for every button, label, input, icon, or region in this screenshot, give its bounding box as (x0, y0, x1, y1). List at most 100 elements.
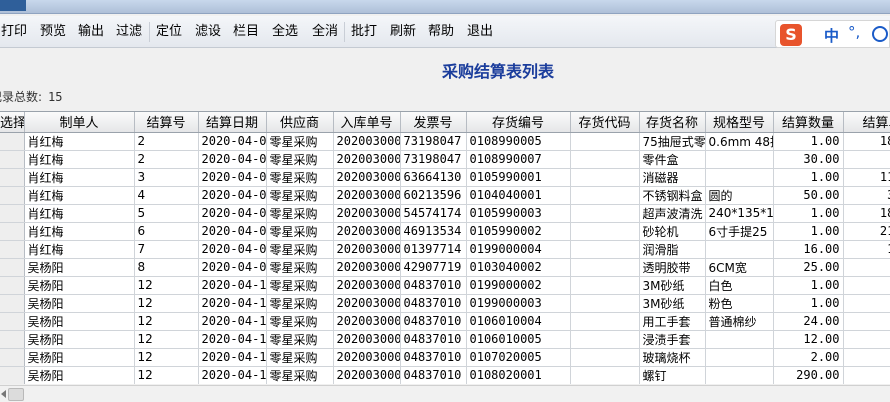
cell-col-select[interactable] (0, 240, 25, 259)
cell-col-select[interactable] (0, 222, 25, 241)
table-row[interactable]: 吴杨阳 12 2020-04-1 零星采购 202003000 04837010 01060… (0, 312, 890, 331)
header-col-quantity[interactable]: 结算数量 (773, 112, 844, 133)
cell-col-receipt-no: 202003000 (333, 294, 401, 313)
header-col-creator[interactable]: 制单人 (24, 112, 135, 133)
record-count-value: 15 (48, 90, 63, 104)
cell-col-select[interactable] (0, 330, 25, 349)
cell-col-receipt-no: 202003000 (333, 276, 401, 295)
cell-col-item-name: 75抽屉式零 (639, 132, 706, 151)
table-row[interactable]: 肖红梅 5 2020-04-0 零星采购 202003000 54574174 010599… (0, 204, 890, 223)
table-row[interactable]: 吴杨阳 8 2020-04-0 零星采购 202003000 42907719 010304… (0, 258, 890, 277)
cell-col-select[interactable] (0, 258, 25, 277)
filter-setup-button[interactable]: 滤设 (194, 21, 222, 43)
header-col-unit-price[interactable]: 结算单价 (843, 112, 890, 133)
cell-col-quantity: 1.00 (773, 204, 844, 223)
table-row[interactable]: 吴杨阳 12 2020-04-1 零星采购 202003000 04837010 01990… (0, 294, 890, 313)
table-row[interactable]: 肖红梅 4 2020-04-0 零星采购 202003000 60213596 010404… (0, 186, 890, 205)
cell-col-unit-price: 2.500 (843, 150, 890, 169)
filter-button[interactable]: 过滤 (115, 21, 143, 43)
header-col-supplier[interactable]: 供应商 (266, 112, 334, 133)
header-col-select[interactable]: 选择 (0, 112, 25, 133)
table-row[interactable]: 吴杨阳 12 2020-04-1 零星采购 202003000 04837010 01080… (0, 366, 890, 384)
sogou-logo-icon[interactable]: S (780, 24, 802, 46)
cell-col-receipt-no: 202003000 (333, 168, 401, 187)
cell-col-invoice-no: 73198047 (400, 150, 467, 169)
ime-settings-icon[interactable] (872, 26, 888, 42)
cell-col-spec: 240*135*1 (705, 204, 774, 223)
cell-col-settlement-date: 2020-04-0 (198, 132, 267, 151)
cell-col-spec (705, 150, 774, 169)
header-col-receipt-no[interactable]: 入库单号 (333, 112, 401, 133)
cell-col-select[interactable] (0, 186, 25, 205)
preview-button[interactable]: 预览 (39, 21, 67, 43)
scrollbar-thumb[interactable] (8, 388, 24, 401)
select-all-button[interactable]: 全选 (271, 21, 299, 43)
table-row[interactable]: 肖红梅 3 2020-04-0 零星采购 202003000 63664130 010599… (0, 168, 890, 187)
table-row[interactable]: 吴杨阳 12 2020-04-1 零星采购 202003000 04837010 01070… (0, 348, 890, 367)
cell-col-item-alias (570, 276, 640, 295)
cell-col-item-code: 0199000004 (466, 240, 571, 259)
report-title: 采购结算表列表 (441, 62, 554, 81)
table-row[interactable]: 吴杨阳 12 2020-04-1 零星采购 202003000 04837010 01990… (0, 276, 890, 295)
cell-col-quantity: 16.00 (773, 240, 844, 259)
cell-col-select[interactable] (0, 132, 25, 151)
batch-print-button[interactable]: 批打 (350, 21, 378, 43)
horizontal-scrollbar[interactable] (0, 385, 890, 402)
cell-col-creator: 肖红梅 (24, 222, 135, 241)
help-button[interactable]: 帮助 (427, 21, 455, 43)
table-row[interactable]: 肖红梅 2 2020-04-0 零星采购 202003000 73198047 010899… (0, 132, 890, 151)
table-row[interactable]: 肖红梅 6 2020-04-0 零星采购 202003000 46913534 010599… (0, 222, 890, 241)
cell-col-select[interactable] (0, 276, 25, 295)
cell-col-item-code: 0108990005 (466, 132, 571, 151)
cell-col-select[interactable] (0, 294, 25, 313)
deselect-all-button[interactable]: 全消 (311, 21, 339, 43)
header-col-spec[interactable]: 规格型号 (705, 112, 774, 133)
cell-col-select[interactable] (0, 348, 25, 367)
ime-toolbar[interactable]: S 中 °, (775, 20, 890, 48)
header-col-item-code[interactable]: 存货编号 (466, 112, 571, 133)
settlement-grid[interactable]: 选择 制单人 结算号 结算日期 供应商 入库单号 发票号 存货编号 存货代码 存货名称 规格型号 结算… (0, 111, 890, 384)
cell-col-supplier: 零星采购 (266, 312, 334, 331)
export-button[interactable]: 输出 (77, 21, 105, 43)
cell-col-item-alias (570, 132, 640, 151)
exit-button[interactable]: 退出 (466, 21, 494, 43)
columns-button[interactable]: 栏目 (232, 21, 260, 43)
table-row[interactable]: 肖红梅 2 2020-04-0 零星采购 202003000 73198047 010899… (0, 150, 890, 169)
cell-col-spec: 圆的 (705, 186, 774, 205)
header-col-settlement-date[interactable]: 结算日期 (198, 112, 267, 133)
cell-col-select[interactable] (0, 312, 25, 331)
cell-col-unit-price: 0.241 (843, 366, 890, 384)
refresh-button[interactable]: 刷新 (389, 21, 417, 43)
table-row[interactable]: 肖红梅 7 2020-04-0 零星采购 202003000 01397714 019900… (0, 240, 890, 259)
ime-punctuation-toggle[interactable]: °, (848, 23, 860, 41)
cell-col-select[interactable] (0, 168, 25, 187)
cell-col-item-code: 0107020005 (466, 348, 571, 367)
cell-col-unit-price: 5.320 (843, 258, 890, 277)
record-count-label: 记录总数: (0, 90, 43, 104)
cell-col-item-name: 砂轮机 (639, 222, 706, 241)
cell-col-settlement-date: 2020-04-1 (198, 294, 267, 313)
record-count: 记录总数: 15 (0, 88, 63, 105)
scroll-left-arrow-icon[interactable] (1, 390, 6, 398)
header-col-item-name[interactable]: 存货名称 (639, 112, 706, 133)
ime-language-toggle[interactable]: 中 (824, 25, 839, 46)
cell-col-quantity: 1.00 (773, 222, 844, 241)
table-row[interactable]: 吴杨阳 12 2020-04-1 零星采购 202003000 04837010 01060… (0, 330, 890, 349)
cell-col-select[interactable] (0, 204, 25, 223)
cell-col-select[interactable] (0, 150, 25, 169)
cell-col-quantity: 290.00 (773, 366, 844, 384)
header-col-item-alias[interactable]: 存货代码 (570, 112, 640, 133)
locate-button[interactable]: 定位 (155, 21, 183, 43)
cell-col-creator: 吴杨阳 (24, 276, 135, 295)
cell-col-supplier: 零星采购 (266, 366, 334, 384)
cell-col-select[interactable] (0, 366, 25, 384)
cell-col-settlement-date: 2020-04-0 (198, 186, 267, 205)
header-col-invoice-no[interactable]: 发票号 (400, 112, 467, 133)
cell-col-spec (705, 348, 774, 367)
cell-col-settlement-no: 12 (134, 348, 199, 367)
cell-col-invoice-no: 04837010 (400, 366, 467, 384)
cell-col-spec: 粉色 (705, 294, 774, 313)
print-button[interactable]: 打印 (0, 21, 28, 43)
cell-col-quantity: 2.00 (773, 348, 844, 367)
header-col-settlement-no[interactable]: 结算号 (134, 112, 199, 133)
